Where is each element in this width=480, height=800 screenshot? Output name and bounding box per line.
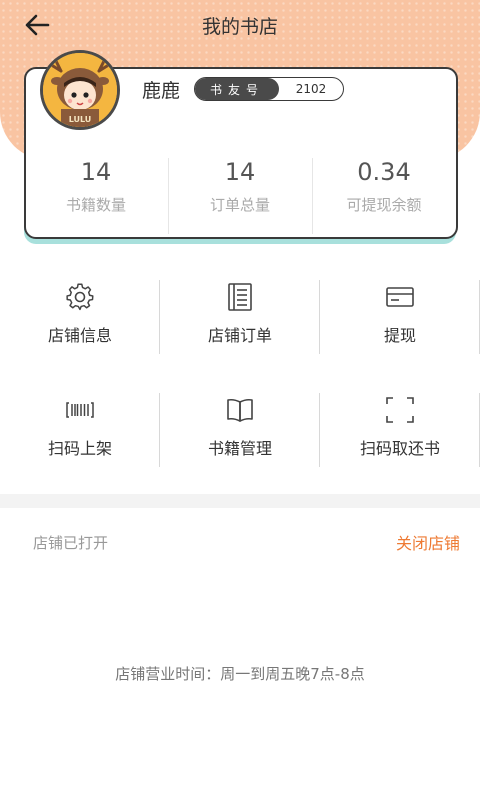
menu-shop-orders[interactable]: 店铺订单 — [160, 272, 320, 385]
member-id-badge: 书友号 2102 — [194, 77, 344, 101]
menu-label: 店铺订单 — [207, 326, 272, 345]
avatar[interactable]: LULU — [40, 50, 120, 130]
stat-label: 书籍数量 — [65, 196, 126, 214]
menu-label: 提现 — [383, 326, 416, 345]
menu-book-management[interactable]: 书籍管理 — [160, 385, 320, 498]
menu-scan-to-list[interactable]: 扫码上架 — [0, 385, 160, 498]
book-icon — [227, 398, 253, 422]
document-icon — [228, 283, 252, 311]
stat-book-count[interactable]: 14 书籍数量 — [24, 150, 168, 234]
card-icon — [386, 287, 414, 307]
function-grid: 店铺信息 店铺订单 提现 扫码上架 书籍管理 扫码取还书 — [0, 272, 480, 498]
user-name: 鹿鹿 — [142, 80, 181, 102]
stat-order-total[interactable]: 14 订单总量 — [168, 150, 312, 234]
stat-value: 0.34 — [357, 158, 411, 186]
page-title: 我的书店 — [201, 16, 278, 38]
stat-value: 14 — [224, 158, 256, 186]
stat-label: 可提现余额 — [346, 196, 422, 214]
menu-label: 店铺信息 — [47, 326, 112, 345]
menu-withdraw[interactable]: 提现 — [320, 272, 480, 385]
svg-text:LULU: LULU — [69, 115, 92, 124]
close-shop-button[interactable]: 关闭店铺 — [396, 530, 460, 554]
business-hours-text: 店铺营业时间：周一到周五晚7点-8点 — [115, 665, 365, 683]
deer-avatar-icon: LULU — [43, 53, 117, 127]
menu-label: 扫码取还书 — [359, 439, 440, 458]
menu-shop-info[interactable]: 店铺信息 — [0, 272, 160, 385]
menu-scan-borrow-return[interactable]: 扫码取还书 — [320, 385, 480, 498]
scan-frame-icon — [386, 397, 414, 423]
stat-label: 订单总量 — [209, 196, 270, 214]
menu-label: 书籍管理 — [207, 439, 272, 458]
menu-label: 扫码上架 — [47, 439, 112, 458]
top-bar: 我的书店 — [0, 0, 480, 50]
stat-withdrawable-balance[interactable]: 0.34 可提现余额 — [312, 150, 456, 234]
member-id-label: 书友号 — [195, 78, 279, 100]
shop-status-text: 店铺已打开 — [33, 534, 109, 552]
member-id-value: 2102 — [295, 82, 327, 96]
barcode-icon — [66, 402, 94, 418]
gear-icon — [66, 283, 94, 311]
section-divider — [0, 494, 480, 508]
stat-value: 14 — [80, 158, 112, 186]
stats-row: 14 书籍数量 14 订单总量 0.34 可提现余额 — [24, 150, 456, 234]
